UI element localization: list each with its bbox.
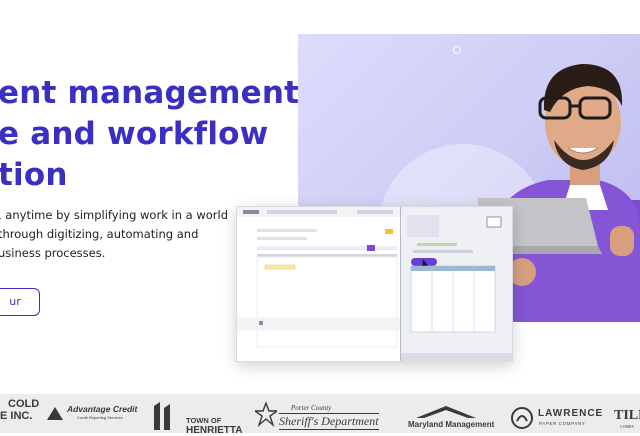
advantage-credit-emblem-icon: [47, 407, 63, 420]
headline-line-2: e and workflow: [0, 116, 269, 152]
document-viewer-illustration: [237, 207, 512, 361]
headline-line-3: tion: [0, 157, 68, 193]
app-screenshot-mockup: [236, 206, 513, 362]
cta-button[interactable]: ur: [0, 288, 40, 316]
logo-text: TILD: [614, 408, 640, 423]
lawrence-circle-icon: [511, 407, 533, 429]
hero-description: , anytime by simplifying work in a world…: [0, 206, 229, 263]
logo-cold-inc: COLD E INC.: [0, 398, 39, 422]
logo-text: PAPER COMPANY: [539, 421, 586, 426]
sheriff-star-icon: [255, 402, 277, 428]
logo-text: Maryland Management: [408, 420, 495, 429]
henrietta-emblem-icon: [154, 402, 170, 430]
logo-text: TOWN OF: [186, 416, 222, 425]
description-line-2: through digitizing, automating and: [0, 227, 199, 241]
hero-headline: ent management e and workflow tion: [0, 73, 299, 196]
logo-text: E INC.: [0, 410, 33, 422]
headline-line-1: ent management: [0, 75, 300, 111]
logo-text: COMPA: [620, 424, 634, 429]
description-line-1: , anytime by simplifying work in a world: [0, 208, 229, 222]
logo-text: Sheriff's Department: [279, 413, 379, 430]
logo-text: COLD: [8, 398, 40, 410]
decorative-ring: [453, 46, 461, 54]
logo-text: LAWRENCE: [538, 408, 604, 419]
client-logo-strip: COLD E INC. Advantage Credit Credit Repo…: [0, 394, 640, 436]
description-line-3: usiness processes.: [0, 246, 106, 260]
logo-text: Porter County: [291, 404, 332, 412]
logo-text: Credit Reporting Services: [77, 415, 123, 420]
logo-text: Advantage Credit: [67, 404, 138, 414]
logo-text: HENRIETTA: [186, 425, 243, 436]
maryland-roof-icon: [416, 406, 476, 418]
